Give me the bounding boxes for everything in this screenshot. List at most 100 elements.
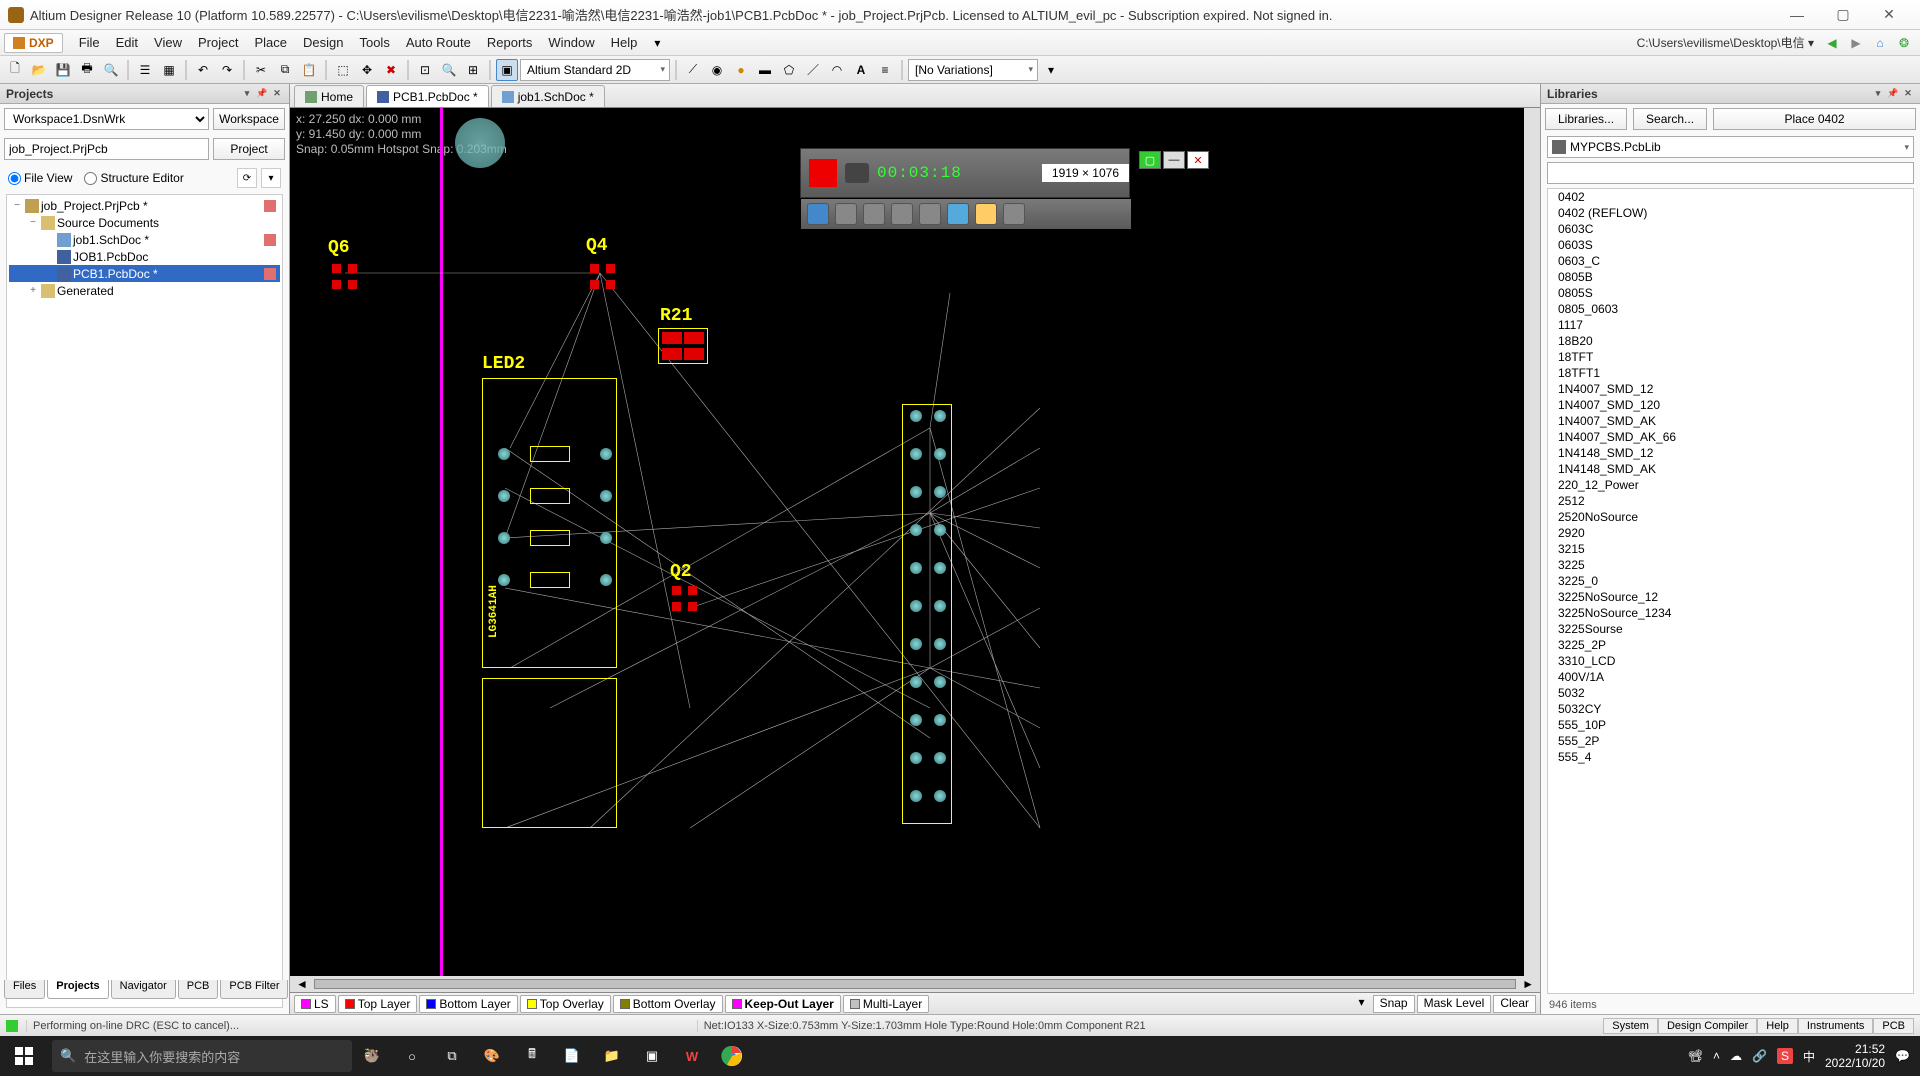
recorder-close-icon[interactable]: ✕ bbox=[1187, 151, 1209, 169]
layer-mask-level-button[interactable]: Mask Level bbox=[1417, 995, 1492, 1013]
fill-icon[interactable]: ▬ bbox=[754, 59, 776, 81]
menu-window[interactable]: Window bbox=[540, 31, 602, 54]
menu-design[interactable]: Design bbox=[295, 31, 351, 54]
zoom-fit-icon[interactable]: ⊡ bbox=[414, 59, 436, 81]
recorder-mic-icon[interactable] bbox=[863, 203, 885, 225]
undo-icon[interactable]: ↶ bbox=[192, 59, 214, 81]
tree-node[interactable]: PCB1.PcbDoc * bbox=[9, 265, 280, 282]
start-button[interactable] bbox=[0, 1036, 48, 1076]
library-item[interactable]: 3310_LCD bbox=[1548, 653, 1913, 669]
library-item[interactable]: 18TFT1 bbox=[1548, 365, 1913, 381]
library-item[interactable]: 0402 (REFLOW) bbox=[1548, 205, 1913, 221]
zoom-area-icon[interactable]: 🔍 bbox=[438, 59, 460, 81]
tree-node[interactable]: −job_Project.PrjPcb * bbox=[9, 197, 280, 214]
editor-tab[interactable]: job1.SchDoc * bbox=[491, 85, 605, 107]
editor-tab[interactable]: PCB1.PcbDoc * bbox=[366, 85, 489, 107]
tree-node[interactable]: −Source Documents bbox=[9, 214, 280, 231]
library-item[interactable]: 1N4007_SMD_12 bbox=[1548, 381, 1913, 397]
pad-icon[interactable]: ● bbox=[730, 59, 752, 81]
file-path[interactable]: C:\Users\evilisme\Desktop\电信 ▾ bbox=[1637, 34, 1814, 51]
menu-dropdown-icon[interactable]: ▾ bbox=[647, 33, 667, 53]
taskbar-chrome[interactable] bbox=[712, 1036, 752, 1076]
poly-icon[interactable]: ⬠ bbox=[778, 59, 800, 81]
taskbar-cortana[interactable]: ○ bbox=[392, 1036, 432, 1076]
library-item[interactable]: 0603_C bbox=[1548, 253, 1913, 269]
copy-icon[interactable]: ⧉ bbox=[274, 59, 296, 81]
library-item[interactable]: 3225_0 bbox=[1548, 573, 1913, 589]
recorder-min-icon[interactable]: — bbox=[1163, 151, 1185, 169]
library-filter-input[interactable] bbox=[1547, 162, 1914, 184]
screen-recorder[interactable]: 00:03:18 1919 × 1076 ▢ — ✕ bbox=[800, 148, 1130, 198]
tree-node[interactable]: +Generated bbox=[9, 282, 280, 299]
config-icon[interactable]: ▾ bbox=[261, 168, 281, 188]
lib-menu-icon[interactable]: ▾ bbox=[1872, 88, 1884, 100]
minimize-button[interactable]: — bbox=[1774, 1, 1820, 29]
library-item[interactable]: 1N4007_SMD_120 bbox=[1548, 397, 1913, 413]
project-tree[interactable]: −job_Project.PrjPcb *−Source Documentsjo… bbox=[6, 194, 283, 1008]
status-system-button[interactable]: System bbox=[1603, 1018, 1658, 1034]
canvas-scroll-h[interactable]: ◄► bbox=[290, 976, 1540, 992]
library-select[interactable]: MYPCBS.PcbLib bbox=[1547, 136, 1914, 158]
menu-reports[interactable]: Reports bbox=[479, 31, 541, 54]
expand-icon[interactable]: ▾ bbox=[1040, 59, 1062, 81]
library-item[interactable]: 555_2P bbox=[1548, 733, 1913, 749]
recorder-pause-icon[interactable] bbox=[807, 203, 829, 225]
lib-close-icon[interactable]: ✕ bbox=[1902, 88, 1914, 100]
layer-tab[interactable]: Bottom Overlay bbox=[613, 995, 723, 1013]
layer-tab[interactable]: Multi-Layer bbox=[843, 995, 929, 1013]
library-item[interactable]: 3225 bbox=[1548, 557, 1913, 573]
layer-clear-button[interactable]: Clear bbox=[1493, 995, 1536, 1013]
library-item[interactable]: 555_10P bbox=[1548, 717, 1913, 733]
arc-icon[interactable]: ◠ bbox=[826, 59, 848, 81]
library-item[interactable]: 3225NoSource_12 bbox=[1548, 589, 1913, 605]
tray-lang[interactable]: 中 bbox=[1803, 1048, 1815, 1065]
tray-project-icon[interactable]: 📽 bbox=[1688, 1049, 1703, 1063]
library-item[interactable]: 3215 bbox=[1548, 541, 1913, 557]
dxp-button[interactable]: DXP bbox=[4, 33, 63, 53]
library-item[interactable]: 1117 bbox=[1548, 317, 1913, 333]
bottom-tab-pcb[interactable]: PCB bbox=[178, 980, 219, 999]
taskbar-search[interactable]: 🔍 在这里输入你要搜索的内容 bbox=[52, 1040, 352, 1072]
preview-icon[interactable]: 🔍 bbox=[100, 59, 122, 81]
route-icon[interactable]: ⟋ bbox=[682, 59, 704, 81]
maximize-button[interactable]: ▢ bbox=[1820, 1, 1866, 29]
library-item[interactable]: 0402 bbox=[1548, 189, 1913, 205]
status-instruments-button[interactable]: Instruments bbox=[1798, 1018, 1873, 1034]
nav-fwd-icon[interactable]: ▶ bbox=[1846, 33, 1866, 53]
text-icon[interactable]: A bbox=[850, 59, 872, 81]
panel-close-icon[interactable]: ✕ bbox=[271, 88, 283, 100]
canvas-scroll-v[interactable] bbox=[1524, 108, 1540, 976]
library-list[interactable]: 04020402 (REFLOW)0603C0603S0603_C0805B08… bbox=[1547, 188, 1914, 994]
layer-snap-button[interactable]: Snap bbox=[1373, 995, 1415, 1013]
new-icon[interactable]: 🗋 bbox=[4, 59, 26, 81]
move-icon[interactable]: ✥ bbox=[356, 59, 378, 81]
library-item[interactable]: 5032CY bbox=[1548, 701, 1913, 717]
variations-select[interactable]: [No Variations] bbox=[908, 59, 1038, 81]
redo-icon[interactable]: ↷ bbox=[216, 59, 238, 81]
fav-icon[interactable]: ❂ bbox=[1894, 33, 1914, 53]
editor-tab[interactable]: Home bbox=[294, 85, 364, 107]
recorder-cursor-icon[interactable] bbox=[919, 203, 941, 225]
workspace-icon[interactable]: ☰ bbox=[134, 59, 156, 81]
recorder-webcam-icon[interactable] bbox=[891, 203, 913, 225]
taskbar-taskview[interactable]: ⧉ bbox=[432, 1036, 472, 1076]
recorder-draw-icon[interactable] bbox=[947, 203, 969, 225]
tree-node[interactable]: JOB1.PcbDoc bbox=[9, 248, 280, 265]
panel-menu-icon[interactable]: ▾ bbox=[241, 88, 253, 100]
bottom-tab-pcb-filter[interactable]: PCB Filter bbox=[220, 980, 288, 999]
tray-cloud-icon[interactable]: ☁ bbox=[1730, 1049, 1742, 1063]
dim-icon[interactable]: ≡ bbox=[874, 59, 896, 81]
taskbar-clock[interactable]: 21:522022/10/20 bbox=[1825, 1042, 1885, 1070]
menu-place[interactable]: Place bbox=[246, 31, 295, 54]
menu-project[interactable]: Project bbox=[190, 31, 246, 54]
menu-auto-route[interactable]: Auto Route bbox=[398, 31, 479, 54]
library-item[interactable]: 0805B bbox=[1548, 269, 1913, 285]
library-item[interactable]: 3225Sourse bbox=[1548, 621, 1913, 637]
library-item[interactable]: 2920 bbox=[1548, 525, 1913, 541]
tray-ime-icon[interactable]: S bbox=[1777, 1048, 1793, 1064]
layer-tab[interactable]: Top Layer bbox=[338, 995, 418, 1013]
view-mode-select[interactable]: Altium Standard 2D bbox=[520, 59, 670, 81]
library-item[interactable]: 2520NoSource bbox=[1548, 509, 1913, 525]
recorder-audio-icon[interactable] bbox=[835, 203, 857, 225]
taskbar-notepad[interactable]: 📄 bbox=[552, 1036, 592, 1076]
